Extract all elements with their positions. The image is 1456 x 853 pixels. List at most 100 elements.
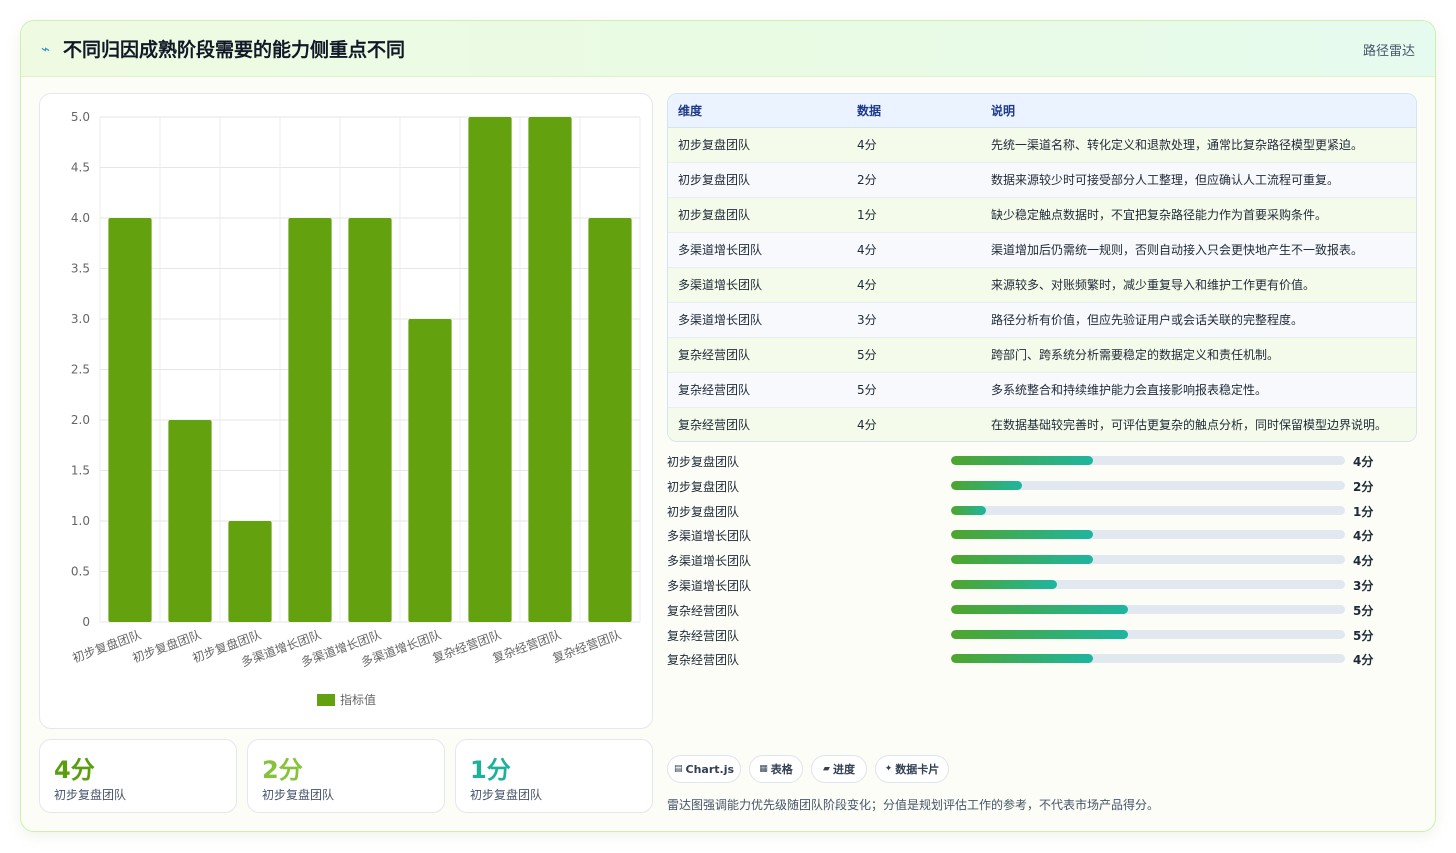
progress-track [951,629,1345,639]
progress-label: 复杂经营团队 [667,603,740,618]
y-tick-label: 0.5 [71,565,90,579]
chip-chartjs[interactable]: ▤ Chart.js [667,755,741,783]
description-cell: 多系统整合和持续维护能力会直接影响报表稳定性。 [981,371,1416,407]
chip-label: Chart.js [685,762,735,776]
bar [528,117,572,622]
bar [228,521,272,622]
lightning-icon: ⌁ [41,40,51,58]
progress-track [951,505,1345,515]
table-row: 多渠道增长团队 3分 路径分析有价值，但应先验证用户或会话关联的完整程度。 [668,301,1416,337]
stat-label: 初步复盘团队 [470,788,543,802]
sparkle-icon: ✦ [884,764,893,774]
y-tick-label: 2.0 [71,413,90,427]
progress-row: 复杂经营团队 5分 [667,625,1397,650]
legend-swatch [317,694,335,706]
progress-track [951,604,1345,614]
progress-value: 3分 [1353,578,1374,593]
bar [348,218,392,622]
progress-row: 初步复盘团队 2分 [667,476,1397,501]
bar [408,319,452,622]
score-cell: 4分 [847,266,981,302]
progress-label: 多渠道增长团队 [667,578,752,593]
score-cell: 2分 [847,161,981,197]
y-tick-label: 2.5 [71,363,90,377]
column-header: 数据 [847,94,981,128]
progress-fill [951,629,1129,639]
progress-value: 2分 [1353,479,1374,494]
progress-row: 多渠道增长团队 4分 [667,550,1397,575]
y-tick-label: 4.5 [71,161,90,175]
table-row: 复杂经营团队 4分 在数据基础较完善时，可评估更复杂的触点分析，同时保留模型边界说明… [668,406,1416,441]
progress-track [951,555,1345,565]
progress-track [951,579,1345,589]
y-tick-label: 4.0 [71,211,90,225]
y-tick-label: 5.0 [71,110,90,124]
score-cell: 4分 [847,126,981,162]
progress-fill [951,505,987,515]
progress-row: 复杂经营团队 4分 [667,649,1397,674]
description-cell: 数据来源较少时可接受部分人工整理，但应确认人工流程可重复。 [981,161,1416,197]
x-tick-label: 初步复盘团队 [70,627,143,666]
bar [288,218,332,622]
stat-card: 2分 初步复盘团队 [247,739,445,813]
score-cell: 4分 [847,231,981,267]
stat-value: 2分 [262,756,303,784]
table-row: 多渠道增长团队 4分 来源较多、对账频繁时，减少重复导入和维护工作更有价值。 [668,266,1416,302]
dimension-cell: 初步复盘团队 [668,196,847,232]
y-tick-label: 3.0 [71,312,90,326]
stat-card: 4分 初步复盘团队 [39,739,237,813]
progress-track [951,480,1345,490]
progress-value: 4分 [1353,554,1374,569]
dimension-cell: 初步复盘团队 [668,126,847,162]
progress-value: 5分 [1353,603,1374,618]
chip-data-cards[interactable]: ✦ 数据卡片 [875,755,949,783]
progress-fill [951,579,1058,589]
dimension-cell: 复杂经营团队 [668,406,847,441]
dimension-cell: 多渠道增长团队 [668,231,847,267]
chart-icon: ▤ [673,764,683,774]
progress-row: 多渠道增长团队 4分 [667,525,1397,550]
table-row: 初步复盘团队 1分 缺少稳定触点数据时，不宜把复杂路径能力作为首要采购条件。 [668,196,1416,232]
bar [108,218,152,622]
table-row: 多渠道增长团队 4分 渠道增加后仍需统一规则，否则自动接入只会更快地产生不一致报表。 [668,231,1416,267]
score-cell: 5分 [847,371,981,407]
score-cell: 4分 [847,406,981,441]
page-title: 不同归因成熟阶段需要的能力侧重点不同 [63,39,406,61]
dashboard-card: ⌁ 不同归因成熟阶段需要的能力侧重点不同 路径雷达 0 0.5 1.0 1.5 2.0 2… [20,20,1436,832]
score-cell: 5分 [847,336,981,372]
description-cell: 缺少稳定触点数据时，不宜把复杂路径能力作为首要采购条件。 [981,196,1416,232]
stat-value: 4分 [54,756,95,784]
bar-chart-panel: 0 0.5 1.0 1.5 2.0 2.5 3.0 3.5 4.0 4.5 5.0 初步复盘团队 初步复… [39,93,653,729]
stat-label: 初步复盘团队 [54,788,127,802]
chip-table[interactable]: ▦ 表格 [749,755,803,783]
data-table: 维度 数据 说明 初步复盘团队 4分 先统一渠道名称、转化定义和退款处理，通常比复杂… [667,93,1417,442]
table-row: 初步复盘团队 2分 数据来源较少时可接受部分人工整理，但应确认人工流程可重复。 [668,161,1416,197]
progress-fill [951,654,1093,664]
legend-label: 指标值 [340,692,376,707]
progress-icon: ▰ [823,764,830,774]
progress-value: 4分 [1353,653,1374,668]
progress-label: 复杂经营团队 [667,653,740,668]
progress-value: 1分 [1353,504,1374,519]
description-cell: 路径分析有价值，但应先验证用户或会话关联的完整程度。 [981,301,1416,337]
progress-row: 复杂经营团队 5分 [667,600,1397,625]
progress-label: 初步复盘团队 [667,504,740,519]
header-tag[interactable]: 路径雷达 [1363,40,1415,59]
progress-label: 多渠道增长团队 [667,554,752,569]
progress-fill [951,456,1093,465]
progress-value: 4分 [1353,529,1374,544]
table-row: 初步复盘团队 4分 先统一渠道名称、转化定义和退款处理，通常比复杂路径模型更紧迫。 [668,126,1416,162]
y-tick-label: 1.0 [71,514,90,528]
dimension-cell: 复杂经营团队 [668,371,847,407]
chip-label: 进度 [832,763,855,776]
progress-track [951,530,1345,540]
table-header-row: 维度 数据 说明 [668,94,1416,128]
score-cell: 3分 [847,301,981,337]
chip-progress[interactable]: ▰ 进度 [811,755,867,783]
dimension-cell: 多渠道增长团队 [668,266,847,302]
progress-value: 5分 [1353,628,1374,643]
stat-card: 1分 初步复盘团队 [455,739,653,813]
description-cell: 先统一渠道名称、转化定义和退款处理，通常比复杂路径模型更紧迫。 [981,126,1416,162]
footnote: 雷达图强调能力优先级随团队阶段变化；分值是规划评估工作的参考，不代表市场产品得分… [667,798,1160,812]
x-tick-label: 复杂经营团队 [430,627,503,666]
